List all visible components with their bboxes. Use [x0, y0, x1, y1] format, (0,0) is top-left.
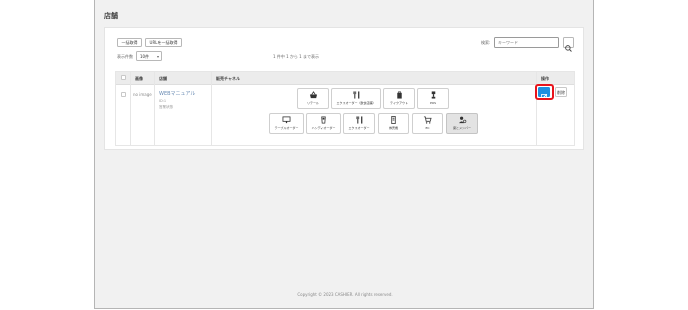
channel-label: テイクアウト: [390, 101, 408, 105]
page-title: 店舗: [104, 12, 118, 20]
channel-label: エクスオーダー: [348, 126, 370, 130]
url-bulk-import-button[interactable]: URLを一括取得: [145, 38, 182, 47]
header-actions: 操作: [541, 76, 549, 81]
search-label: 検索:: [481, 40, 491, 45]
search-input[interactable]: [494, 37, 559, 48]
channel-label: 席とメンバー: [452, 126, 471, 130]
channel-retail[interactable]: リテール: [297, 88, 329, 109]
ticket-machine-icon: [379, 116, 408, 126]
app-frame: 店舗 一括取得 URLを一括取得 表示件数 10件 ▾ 1 件中 1 から 1 …: [94, 0, 594, 309]
channel-table-order[interactable]: テーブルオーダー: [269, 113, 304, 134]
row-checkbox[interactable]: [121, 92, 126, 97]
member-seat-icon: [447, 116, 477, 126]
channel-ticket-machine[interactable]: 券売機: [378, 113, 409, 134]
delete-button[interactable]: 削除: [555, 87, 567, 97]
store-name-link[interactable]: WEBマニュアル: [159, 90, 195, 97]
channel-exorder[interactable]: エクスオーダー: [343, 113, 375, 134]
header-image: 画像: [135, 76, 143, 81]
channel-label: リテール: [306, 101, 319, 105]
channel-takeout[interactable]: テイクアウト: [383, 88, 415, 109]
pos-terminal-icon: [418, 91, 448, 101]
fork-knife-icon: [344, 116, 374, 126]
handy-device-icon: [307, 116, 340, 126]
store-list-card: 一括取得 URLを一括取得 表示件数 10件 ▾ 1 件中 1 から 1 まで表…: [104, 27, 584, 150]
channel-label: 券売機: [388, 126, 398, 130]
chevron-down-icon: ▾: [156, 54, 159, 59]
fork-knife-icon: [332, 91, 380, 101]
channel-ec[interactable]: EC: [412, 113, 443, 134]
channel-pos[interactable]: POS: [417, 88, 449, 109]
channel-exorder-restaurant[interactable]: エクスオーダー（飲食店舗）: [331, 88, 381, 109]
channel-label: POS: [429, 101, 437, 105]
channel-members[interactable]: 席とメンバー: [446, 113, 478, 134]
channel-label: EC: [425, 126, 430, 130]
channel-label: ハンディオーダー: [311, 126, 336, 130]
channel-label: テーブルオーダー: [274, 126, 299, 130]
table-header: 画像 店舗 販売チャネル 操作: [116, 72, 574, 85]
display-count-select[interactable]: 10件 ▾: [136, 51, 162, 61]
cart-icon: [413, 116, 442, 126]
count-summary: 1 件中 1 から 1 まで表示: [273, 54, 319, 59]
channel-label: エクスオーダー（飲食店舗）: [336, 101, 376, 105]
display-count-value: 10件: [140, 54, 150, 59]
bulk-import-button[interactable]: 一括取得: [117, 38, 142, 47]
footer-copyright: Copyright © 2023 CASHIER. All rights res…: [297, 292, 393, 297]
search-icon: [565, 45, 572, 52]
store-status: 営業状態: [159, 105, 173, 109]
select-all-checkbox[interactable]: [121, 75, 126, 80]
header-channels: 販売チャネル: [216, 76, 240, 81]
highlight-box: [535, 84, 554, 100]
header-store: 店舗: [159, 76, 167, 81]
channel-handy-order[interactable]: ハンディオーダー: [306, 113, 341, 134]
display-count-label: 表示件数: [117, 54, 133, 59]
store-id: ID:1: [159, 99, 167, 103]
table-order-icon: [270, 116, 303, 126]
store-image-placeholder: no image: [133, 92, 152, 97]
basket-icon: [298, 91, 328, 101]
takeout-bag-icon: [384, 91, 414, 101]
stores-table: 画像 店舗 販売チャネル 操作 no image WEBマニュアル ID:1 営…: [115, 71, 575, 146]
search-button[interactable]: [563, 37, 574, 52]
